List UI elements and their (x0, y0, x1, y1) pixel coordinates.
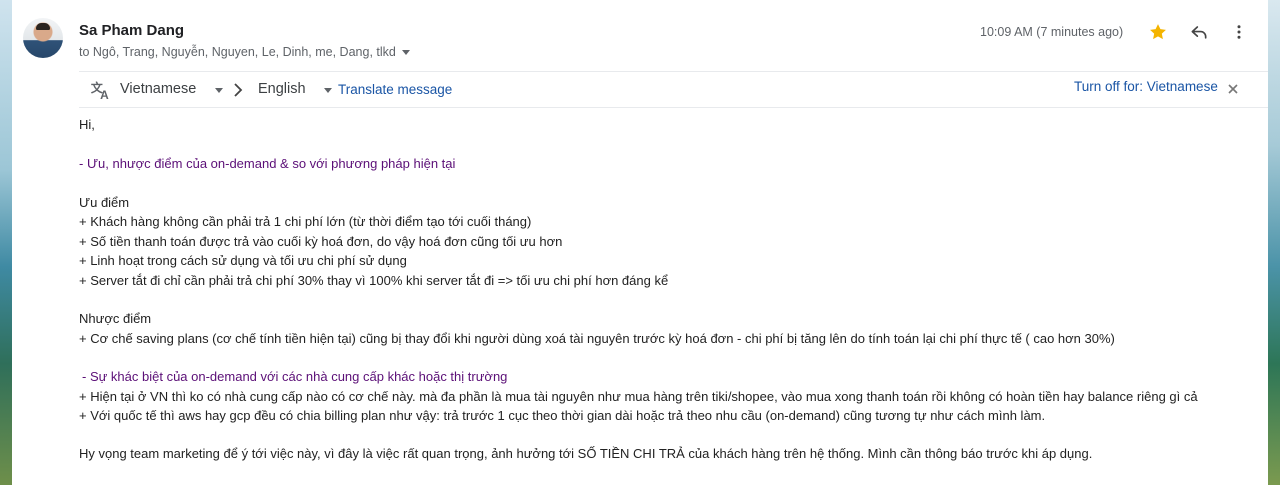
translate-message-link[interactable]: Translate message (338, 82, 452, 97)
cons-title: Nhược điểm (79, 311, 152, 326)
translate-icon: 文 A (91, 81, 109, 101)
section-heading-differences: - Sự khác biệt của on-demand với các nhà… (82, 369, 508, 384)
chevron-right-icon (234, 83, 243, 97)
email-message: Sa Pham Dang to Ngô, Trang, Nguyễn, Nguy… (12, 0, 1268, 485)
recipients-text: to Ngô, Trang, Nguyễn, Nguyen, Le, Dinh,… (79, 45, 396, 59)
list-item: + Server tắt đi chỉ cần phải trả chi phí… (79, 273, 669, 288)
more-options-icon[interactable] (1230, 22, 1248, 42)
svg-text:A: A (100, 88, 109, 101)
turn-off-translation-link[interactable]: Turn off for: Vietnamese (1074, 79, 1218, 94)
greeting: Hi, (79, 117, 95, 132)
sender-name[interactable]: Sa Pham Dang (79, 22, 184, 39)
list-item: + Khách hàng không cần phải trả 1 chi ph… (79, 214, 532, 229)
wallpaper-right (1268, 0, 1280, 485)
source-language-chevron-down-icon[interactable] (215, 88, 223, 93)
pros-title: Ưu điểm (79, 195, 130, 210)
translate-bar: 文 A Vietnamese English Translate message… (79, 71, 1268, 108)
list-item: + Cơ chế saving plans (cơ chế tính tiền … (79, 331, 1115, 346)
list-item: + Hiện tại ở VN thì ko có nhà cung cấp n… (79, 389, 1198, 404)
closing-paragraph: Hy vọng team marketing để ý tới việc này… (79, 446, 1093, 461)
star-icon[interactable] (1148, 22, 1168, 42)
section-heading-pros-cons: - Ưu, nhược điểm của on-demand & so với … (79, 156, 456, 171)
close-icon[interactable] (1228, 84, 1238, 94)
list-item: + Linh hoạt trong cách sử dụng và tối ưu… (79, 253, 407, 268)
target-language-select[interactable]: English (258, 81, 306, 97)
list-item: + Số tiền thanh toán được trả vào cuối k… (79, 234, 563, 249)
wallpaper-left (0, 0, 12, 485)
avatar[interactable] (23, 18, 63, 58)
list-item: + Với quốc tế thì aws hay gcp đều có chi… (79, 408, 1046, 423)
source-language-select[interactable]: Vietnamese (120, 81, 196, 97)
recipients-line[interactable]: to Ngô, Trang, Nguyễn, Nguyen, Le, Dinh,… (79, 45, 410, 59)
recipients-details-chevron-icon[interactable] (401, 50, 410, 56)
timestamp: 10:09 AM (7 minutes ago) (980, 25, 1124, 39)
reply-icon[interactable] (1188, 22, 1210, 42)
target-language-chevron-down-icon[interactable] (324, 88, 332, 93)
